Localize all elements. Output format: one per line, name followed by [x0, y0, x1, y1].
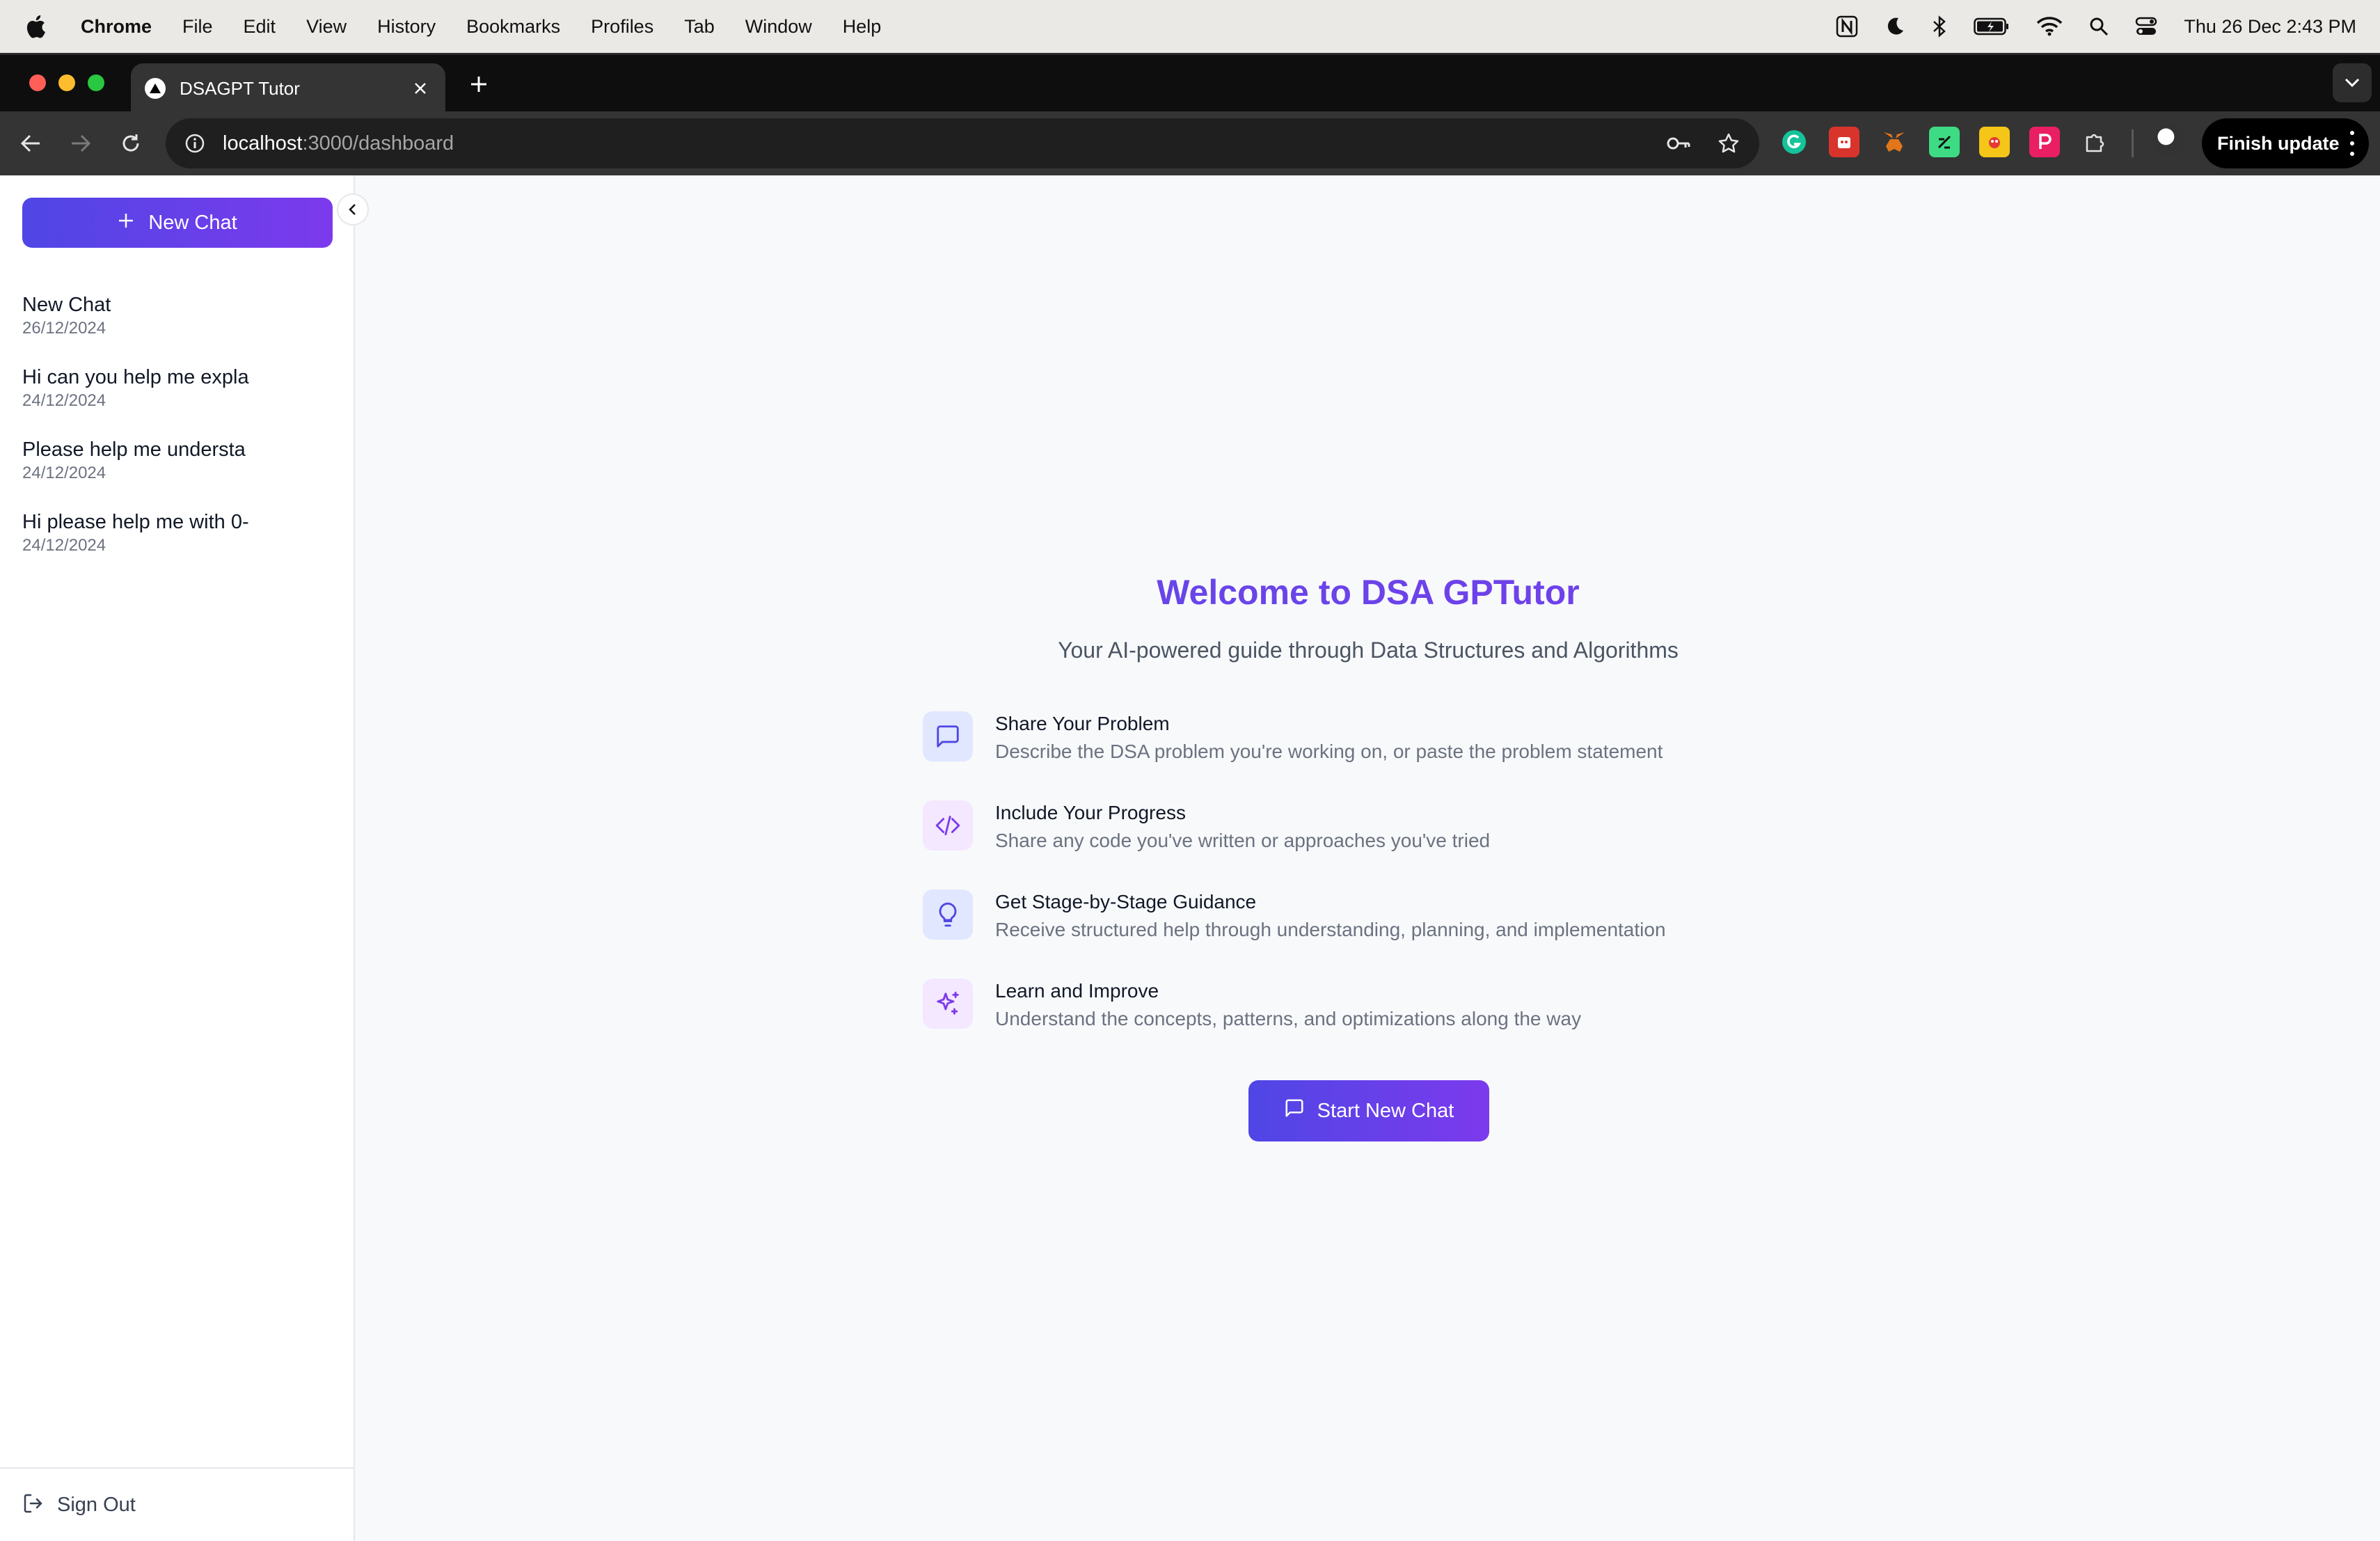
feature-title: Include Your Progress	[995, 802, 1186, 823]
chat-date: 24/12/2024	[22, 391, 106, 410]
feature-item: Share Your Problem Describe the DSA prob…	[923, 711, 1827, 800]
menu-view[interactable]: View	[306, 16, 347, 38]
feature-item: Get Stage-by-Stage Guidance Receive stru…	[923, 890, 1827, 979]
feature-item: Learn and Improve Understand the concept…	[923, 979, 1827, 1068]
extension-pink-icon[interactable]	[2029, 127, 2060, 157]
new-chat-button[interactable]: New Chat	[22, 198, 333, 248]
triangle-favicon-icon	[145, 78, 166, 99]
feature-description: Share any code you've written or approac…	[995, 830, 1491, 851]
apple-icon[interactable]	[25, 14, 47, 39]
more-menu-icon[interactable]	[2348, 131, 2356, 156]
bookmark-star-icon[interactable]	[1713, 128, 1744, 159]
new-chat-label: New Chat	[148, 211, 237, 234]
window-controls	[29, 74, 104, 91]
collapse-sidebar-icon[interactable]	[337, 193, 369, 226]
message-square-icon	[923, 711, 973, 761]
menu-bookmarks[interactable]: Bookmarks	[466, 16, 560, 38]
moon-icon[interactable]	[1885, 0, 1905, 53]
grammarly-icon[interactable]	[1779, 127, 1809, 157]
control-center-icon[interactable]	[2135, 0, 2157, 53]
feature-description: Receive structured help through understa…	[995, 919, 1666, 940]
reload-icon[interactable]	[114, 127, 148, 160]
menu-edit[interactable]: Edit	[244, 16, 276, 38]
chat-history-item[interactable]: New Chat 26/12/2024	[22, 292, 315, 365]
chat-date: 24/12/2024	[22, 536, 106, 555]
log-out-icon	[22, 1492, 45, 1518]
feature-title: Share Your Problem	[995, 713, 1170, 734]
battery-icon[interactable]	[1974, 0, 2010, 53]
feature-description: Understand the concepts, patterns, and o…	[995, 1008, 1582, 1029]
new-tab-icon[interactable]	[465, 70, 493, 98]
toolbar-separator	[2132, 129, 2134, 157]
sparkles-icon	[923, 979, 973, 1029]
macos-menu-bar: Chrome File Edit View History Bookmarks …	[0, 0, 2380, 53]
puzzle-icon[interactable]	[2079, 127, 2110, 157]
tab-title: DSAGPT Tutor	[180, 77, 300, 99]
finish-update-button[interactable]: Finish update	[2202, 118, 2369, 168]
metamask-icon[interactable]	[1879, 127, 1910, 157]
message-square-icon	[1284, 1098, 1305, 1124]
page-subtitle: Your AI-powered guide through Data Struc…	[1058, 638, 1679, 663]
feature-item: Include Your Progress Share any code you…	[923, 800, 1827, 890]
chat-title: Please help me understa	[22, 438, 246, 461]
extension-red-icon[interactable]	[1829, 127, 1859, 157]
plus-icon	[118, 212, 134, 235]
site-info-icon[interactable]	[182, 131, 207, 156]
page-title: Welcome to DSA GPTutor	[356, 572, 2380, 613]
notion-icon[interactable]	[1836, 0, 1858, 53]
chat-history-item[interactable]: Hi please help me with 0- 24/12/2024	[22, 509, 315, 582]
tab-dsagpt-tutor[interactable]: DSAGPT Tutor	[131, 63, 445, 113]
clock[interactable]: Thu 26 Dec 2:43 PM	[2184, 16, 2356, 38]
spotlight-icon[interactable]	[2089, 0, 2109, 53]
menu-file[interactable]: File	[182, 16, 213, 38]
start-new-chat-label: Start New Chat	[1317, 1099, 1454, 1122]
chat-title: Hi please help me with 0-	[22, 511, 249, 533]
extension-yellow-icon[interactable]	[1979, 127, 2010, 157]
menu-help[interactable]: Help	[843, 16, 882, 38]
back-icon[interactable]	[14, 127, 47, 160]
wifi-icon[interactable]	[2036, 0, 2063, 53]
feature-title: Get Stage-by-Stage Guidance	[995, 891, 1257, 912]
tab-search-icon[interactable]	[2333, 63, 2372, 102]
profile-avatar[interactable]	[2153, 124, 2185, 156]
tab-strip: DSAGPT Tutor	[0, 53, 2380, 113]
chat-history-item[interactable]: Please help me understa 24/12/2024	[22, 437, 315, 509]
menu-chrome[interactable]: Chrome	[81, 16, 152, 38]
browser-toolbar: localhost:3000/dashboard Finish update	[0, 111, 2380, 175]
menu-history[interactable]: History	[377, 16, 436, 38]
sign-out-button[interactable]: Sign Out	[0, 1467, 354, 1541]
sign-out-label: Sign Out	[57, 1493, 136, 1516]
zoom-window-button[interactable]	[88, 74, 104, 91]
lightbulb-icon	[923, 890, 973, 940]
start-new-chat-button[interactable]: Start New Chat	[1248, 1080, 1489, 1141]
bluetooth-icon[interactable]	[1932, 0, 1947, 53]
close-window-button[interactable]	[29, 74, 46, 91]
tab-close-icon[interactable]	[409, 77, 431, 100]
chat-title: New Chat	[22, 294, 111, 316]
minimize-window-button[interactable]	[58, 74, 75, 91]
code-icon	[923, 800, 973, 851]
chat-history-list: New Chat 26/12/2024 Hi can you help me e…	[22, 292, 315, 582]
url-text[interactable]: localhost:3000/dashboard	[223, 132, 454, 155]
extension-green-icon[interactable]	[1929, 127, 1960, 157]
chat-date: 26/12/2024	[22, 319, 106, 338]
finish-update-label: Finish update	[2217, 132, 2340, 154]
chat-date: 24/12/2024	[22, 464, 106, 482]
menu-window[interactable]: Window	[745, 16, 812, 38]
forward-icon[interactable]	[64, 127, 97, 160]
sidebar: New Chat New Chat 26/12/2024 Hi can you …	[0, 175, 355, 1541]
feature-title: Learn and Improve	[995, 980, 1159, 1002]
address-bar[interactable]: localhost:3000/dashboard	[166, 118, 1759, 168]
menu-tab[interactable]: Tab	[684, 16, 715, 38]
main-content: Welcome to DSA GPTutor Your AI-powered g…	[356, 175, 2380, 1541]
chat-title: Hi can you help me expla	[22, 366, 249, 388]
chat-history-item[interactable]: Hi can you help me expla 24/12/2024	[22, 365, 315, 437]
feature-list: Share Your Problem Describe the DSA prob…	[923, 711, 1827, 1068]
menu-profiles[interactable]: Profiles	[591, 16, 653, 38]
feature-description: Describe the DSA problem you're working …	[995, 741, 1663, 762]
password-key-icon[interactable]	[1663, 128, 1694, 159]
